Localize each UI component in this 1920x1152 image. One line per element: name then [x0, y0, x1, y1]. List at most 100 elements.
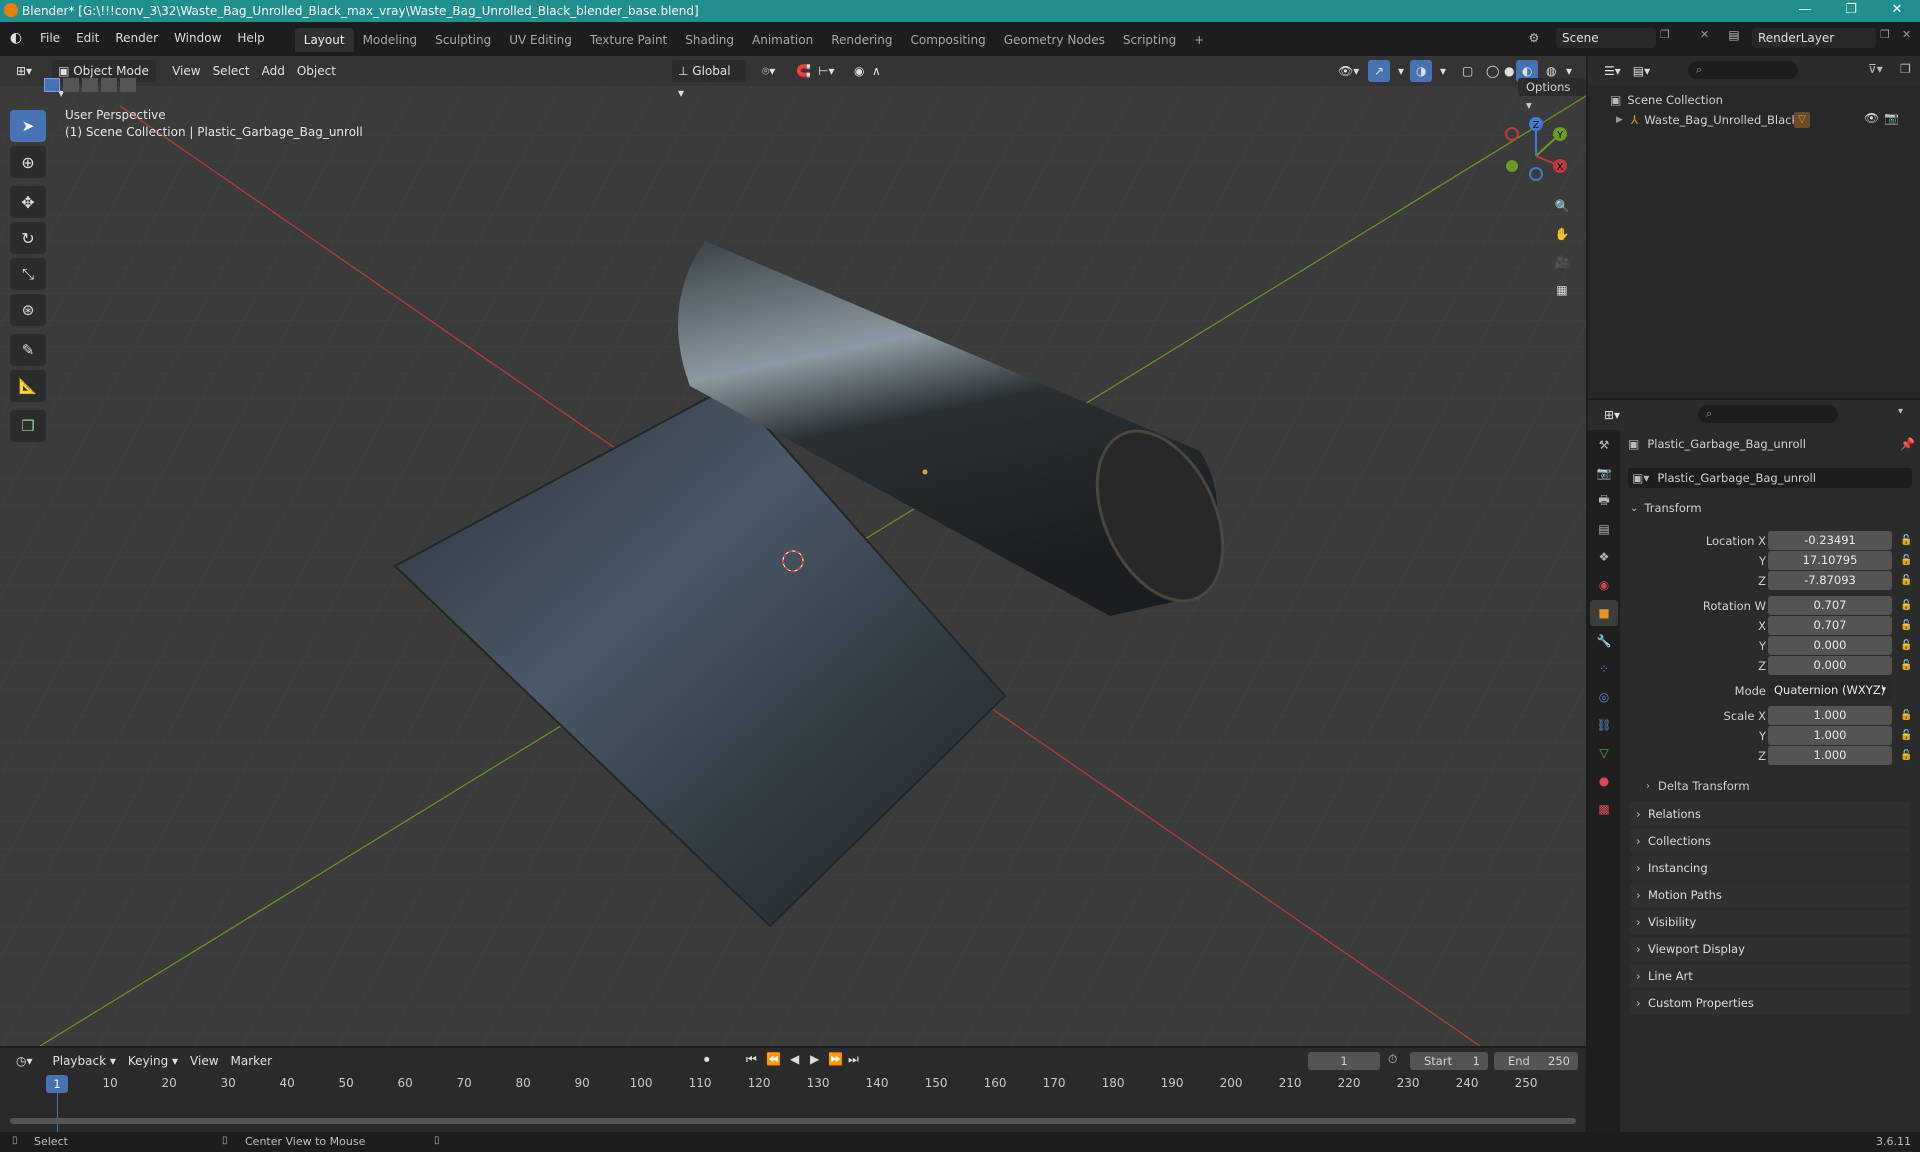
tab-particles[interactable]: ⁘	[1590, 656, 1618, 682]
timeline-menu-view[interactable]: View	[184, 1050, 224, 1072]
lock-icon[interactable]: 🔓	[1900, 571, 1912, 591]
panel-visibility[interactable]: › Visibility	[1630, 910, 1910, 934]
outliner-display-mode-icon[interactable]: ▤▾	[1627, 60, 1656, 82]
add-cube-tool[interactable]: ❒	[10, 410, 46, 442]
lock-icon[interactable]: 🔓	[1900, 706, 1912, 726]
tab-scene[interactable]: ❖	[1590, 544, 1618, 570]
visibility-icon[interactable]: 👁▾	[1332, 60, 1365, 82]
lock-icon[interactable]: 🔓	[1900, 636, 1912, 656]
navigation-gizmo[interactable]: Z Y X	[1496, 116, 1576, 196]
tab-modifiers[interactable]: 🔧	[1590, 628, 1618, 654]
scale-y-field[interactable]: 1.000	[1768, 726, 1892, 745]
xray-icon[interactable]: ▢	[1456, 60, 1479, 82]
play-icon[interactable]: ▶	[810, 1052, 819, 1066]
lock-icon[interactable]: 🔓	[1900, 616, 1912, 636]
lock-icon[interactable]: 🔓	[1900, 596, 1912, 616]
orientation-selector[interactable]: ⊥ Global ▾	[672, 60, 746, 100]
viewport-menu-object[interactable]: Object	[291, 60, 342, 82]
camera-render-icon[interactable]: 📷	[1884, 111, 1899, 125]
options-dropdown[interactable]: Options ▾	[1518, 78, 1586, 112]
blender-menu-icon[interactable]: ◐	[0, 30, 32, 46]
object-name-field[interactable]: ▣▾ Plastic_Garbage_Bag_unroll	[1628, 468, 1912, 488]
tab-rendering[interactable]: Rendering	[822, 28, 901, 52]
rotation-w-field[interactable]: 0.707	[1768, 596, 1892, 615]
delta-transform-header[interactable]: › Delta Transform	[1646, 776, 1750, 796]
transform-tool[interactable]: ⊛	[10, 294, 46, 326]
current-frame-field[interactable]: 1	[1308, 1052, 1380, 1070]
rotation-mode-dropdown[interactable]: Quaternion (WXYZ) ▾	[1768, 681, 1892, 700]
end-frame-field[interactable]: End 250	[1494, 1052, 1578, 1070]
select-box-tool[interactable]: ➤	[10, 110, 46, 142]
menu-edit[interactable]: Edit	[68, 22, 107, 54]
jump-end-icon[interactable]: ⏭	[848, 1052, 859, 1067]
pin-icon[interactable]: 📌	[1900, 437, 1915, 451]
tab-data[interactable]: ▽	[1590, 740, 1618, 766]
measure-tool[interactable]: 📐	[10, 370, 46, 402]
select-subtract-icon[interactable]	[82, 78, 98, 92]
prev-keyframe-icon[interactable]: ⏪	[766, 1052, 781, 1066]
tab-sculpting[interactable]: Sculpting	[426, 28, 500, 52]
render-layer-icon[interactable]: ▤	[1724, 28, 1744, 42]
3d-viewport[interactable]: ⊞▾ ▣ Object Mode ▾ View Select Add Objec…	[0, 56, 1586, 1046]
scene-new-icon[interactable]: ❐	[1660, 28, 1676, 41]
menu-window[interactable]: Window	[166, 22, 229, 54]
tab-scripting[interactable]: Scripting	[1114, 28, 1185, 52]
zoom-button[interactable]: 🔍	[1548, 192, 1576, 220]
location-y-field[interactable]: 17.10795	[1768, 551, 1892, 570]
outliner-scene-collection[interactable]: ▣ Scene Collection	[1610, 90, 1723, 110]
tab-render[interactable]: 📷	[1590, 460, 1618, 486]
render-layer-selector[interactable]: RenderLayer	[1752, 28, 1876, 48]
rotation-z-field[interactable]: 0.000	[1768, 656, 1892, 675]
tab-output[interactable]: 🖶	[1590, 488, 1618, 514]
restore-button[interactable]: ❐	[1828, 0, 1874, 22]
falloff-icon[interactable]: ∧	[866, 60, 887, 82]
tab-animation[interactable]: Animation	[743, 28, 822, 52]
scale-z-field[interactable]: 1.000	[1768, 746, 1892, 765]
record-icon[interactable]: ⏺	[704, 1053, 710, 1067]
menu-render[interactable]: Render	[107, 22, 166, 54]
scale-x-field[interactable]: 1.000	[1768, 706, 1892, 725]
select-invert-icon[interactable]	[101, 78, 117, 92]
lock-icon[interactable]: 🔓	[1900, 726, 1912, 746]
panel-relations[interactable]: › Relations	[1630, 802, 1910, 826]
jump-start-icon[interactable]: ⏮	[746, 1052, 757, 1067]
viewport-menu-select[interactable]: Select	[207, 60, 256, 82]
tab-modeling[interactable]: Modeling	[354, 28, 427, 52]
gizmo-toggle-icon[interactable]: ↗	[1368, 60, 1391, 82]
scale-tool[interactable]: ⤡	[10, 258, 46, 290]
tab-texture-paint[interactable]: Texture Paint	[581, 28, 676, 52]
timeline-menu-keying[interactable]: Keying ▾	[122, 1050, 184, 1072]
rotation-x-field[interactable]: 0.707	[1768, 616, 1892, 635]
eye-icon[interactable]: 👁	[1864, 111, 1879, 125]
timeline-menu-playback[interactable]: Playback ▾	[47, 1050, 122, 1072]
play-reverse-icon[interactable]: ◀	[790, 1052, 799, 1066]
add-workspace-button[interactable]: +	[1185, 28, 1213, 52]
scene-selector[interactable]: Scene	[1556, 28, 1656, 48]
outliner-search-input[interactable]: ⌕	[1688, 61, 1798, 79]
tab-object[interactable]: ■	[1590, 600, 1618, 626]
tab-world[interactable]: ◉	[1590, 572, 1618, 598]
pivot-icon[interactable]: ⌾▾	[756, 60, 781, 82]
ortho-toggle-button[interactable]: ▦	[1548, 276, 1576, 304]
editor-type-icon[interactable]: ⊞▾	[10, 60, 38, 82]
viewport-menu-view[interactable]: View	[166, 60, 206, 82]
tab-view-layer[interactable]: ▤	[1590, 516, 1618, 542]
properties-options-icon[interactable]: ▾	[1898, 406, 1903, 417]
scene-close-icon[interactable]: ✕	[1700, 28, 1716, 41]
menu-file[interactable]: File	[32, 22, 68, 54]
tab-physics[interactable]: ◎	[1590, 684, 1618, 710]
render-layer-new-icon[interactable]: ❐	[1880, 28, 1890, 41]
rotate-tool[interactable]: ↻	[10, 222, 46, 254]
tab-shading[interactable]: Shading	[676, 28, 743, 52]
select-new-icon[interactable]	[44, 78, 60, 92]
scene-icon[interactable]: ⚙	[1524, 28, 1544, 48]
next-keyframe-icon[interactable]: ⏩	[828, 1052, 843, 1066]
location-x-field[interactable]: -0.23491	[1768, 531, 1892, 550]
transform-panel-header[interactable]: ⌄ Transform	[1630, 498, 1702, 518]
camera-view-button[interactable]: 🎥	[1548, 248, 1576, 276]
render-layer-close-icon[interactable]: ✕	[1902, 28, 1911, 41]
panel-custom-properties[interactable]: › Custom Properties	[1630, 991, 1910, 1015]
tab-material[interactable]: ●	[1590, 768, 1618, 794]
move-tool[interactable]: ✥	[10, 186, 46, 218]
gizmo-dropdown-icon[interactable]: ▾	[1392, 60, 1410, 82]
